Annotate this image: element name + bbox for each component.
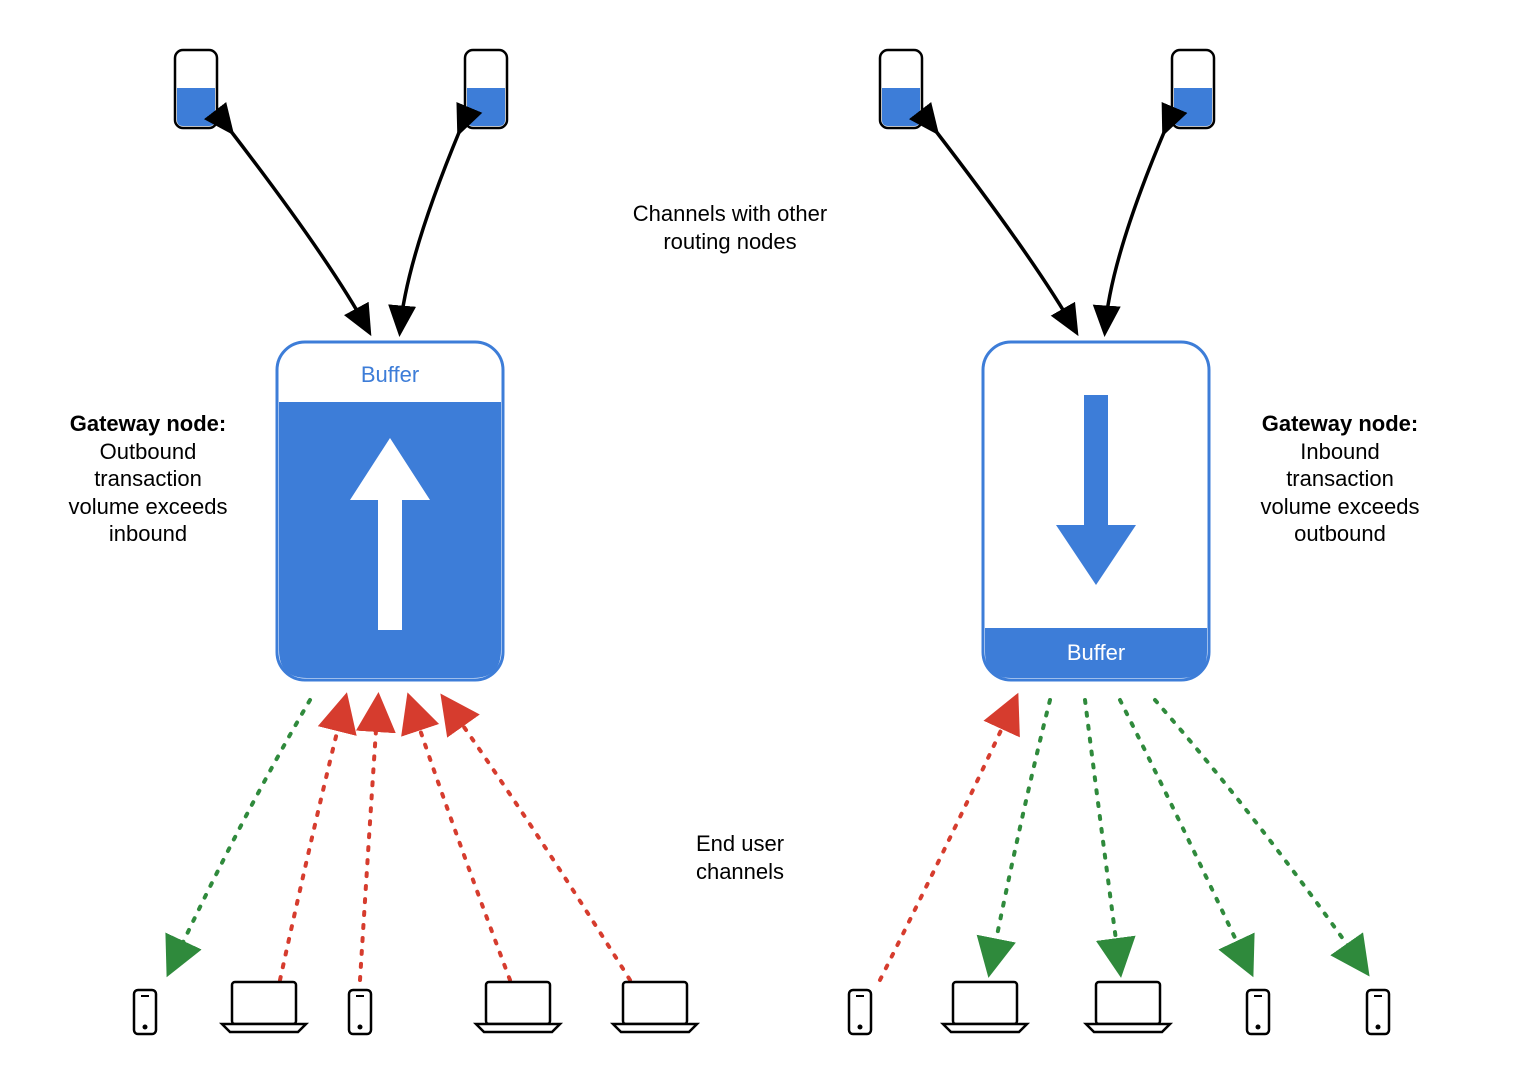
channels-routing-label: Channels with other routing nodes: [600, 200, 860, 255]
phone-icon: [849, 990, 871, 1034]
laptop-icon: [943, 982, 1027, 1032]
phone-icon: [1367, 990, 1389, 1034]
right-gateway-label: Gateway node: Inbound transaction volume…: [1230, 410, 1450, 548]
canister-icon: [1172, 50, 1214, 128]
diagram-stage: Buffer Buffer: [0, 0, 1516, 1088]
left-buffer-label: Buffer: [277, 362, 503, 388]
canister-icon: [880, 50, 922, 128]
phone-icon: [1247, 990, 1269, 1034]
laptop-icon: [222, 982, 306, 1032]
laptop-icon: [1086, 982, 1170, 1032]
laptop-icon: [476, 982, 560, 1032]
canister-icon: [465, 50, 507, 128]
phone-icon: [134, 990, 156, 1034]
left-gateway-label: Gateway node: Outbound transaction volum…: [38, 410, 258, 548]
laptop-icon: [613, 982, 697, 1032]
phone-icon: [349, 990, 371, 1034]
end-user-channels-label: End user channels: [660, 830, 820, 885]
canister-icon: [175, 50, 217, 128]
right-buffer-label: Buffer: [983, 640, 1209, 666]
